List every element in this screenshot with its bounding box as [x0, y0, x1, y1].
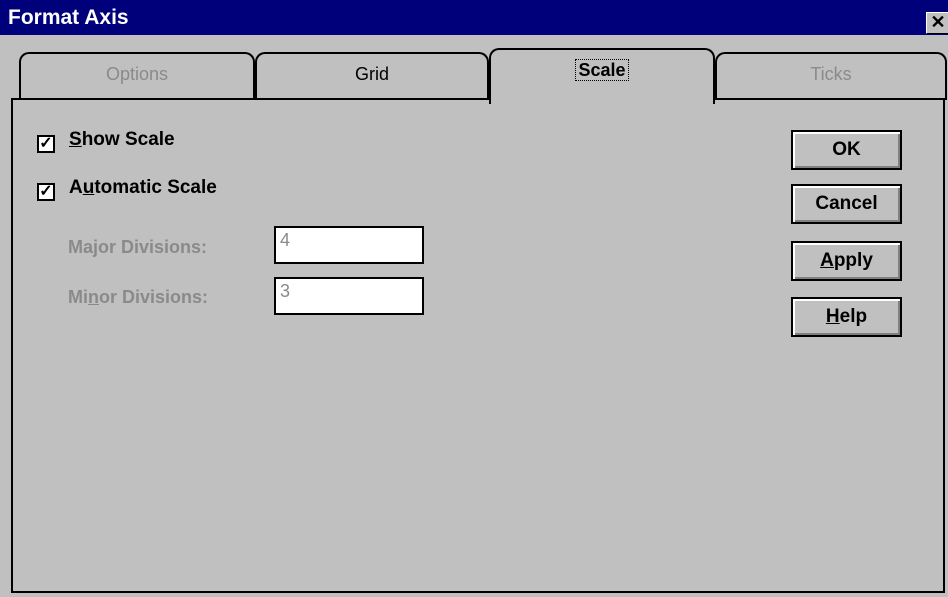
automatic-scale-row[interactable]: ✓ Automatic Scale — [37, 177, 217, 201]
major-divisions-label: Major Divisions: — [68, 237, 208, 257]
show-scale-label: Show Scale — [69, 129, 175, 150]
cancel-button[interactable]: Cancel — [791, 184, 902, 224]
minor-divisions-field[interactable]: 3 — [274, 277, 424, 315]
checkmark-icon: ✓ — [39, 135, 53, 152]
tab-grid-label: Grid — [354, 64, 389, 84]
minor-divisions-label: Minor Divisions: — [68, 287, 209, 307]
close-button[interactable]: ✕ — [926, 12, 948, 34]
help-button[interactable]: Help — [791, 297, 902, 337]
tab-options[interactable]: Options — [19, 52, 255, 100]
tab-scale[interactable]: Scale — [489, 48, 715, 104]
automatic-scale-label: Automatic Scale — [69, 177, 217, 198]
ok-button[interactable]: OK — [791, 130, 902, 170]
tab-options-label: Options — [105, 64, 169, 84]
show-scale-row[interactable]: ✓ Show Scale — [37, 129, 175, 153]
title-bar: Format Axis ✕ — [0, 0, 948, 35]
scale-tab-panel — [11, 98, 945, 593]
tab-ticks-label: Ticks — [810, 64, 852, 84]
tab-grid[interactable]: Grid — [255, 52, 489, 100]
close-icon: ✕ — [930, 12, 946, 32]
automatic-scale-checkbox[interactable]: ✓ — [37, 183, 55, 201]
show-scale-checkbox[interactable]: ✓ — [37, 135, 55, 153]
major-divisions-field[interactable]: 4 — [274, 226, 424, 264]
tab-scale-label: Scale — [575, 59, 629, 81]
apply-button[interactable]: Apply — [791, 241, 902, 281]
tab-ticks[interactable]: Ticks — [715, 52, 947, 100]
window-title: Format Axis — [8, 6, 129, 29]
checkmark-icon: ✓ — [39, 183, 53, 200]
